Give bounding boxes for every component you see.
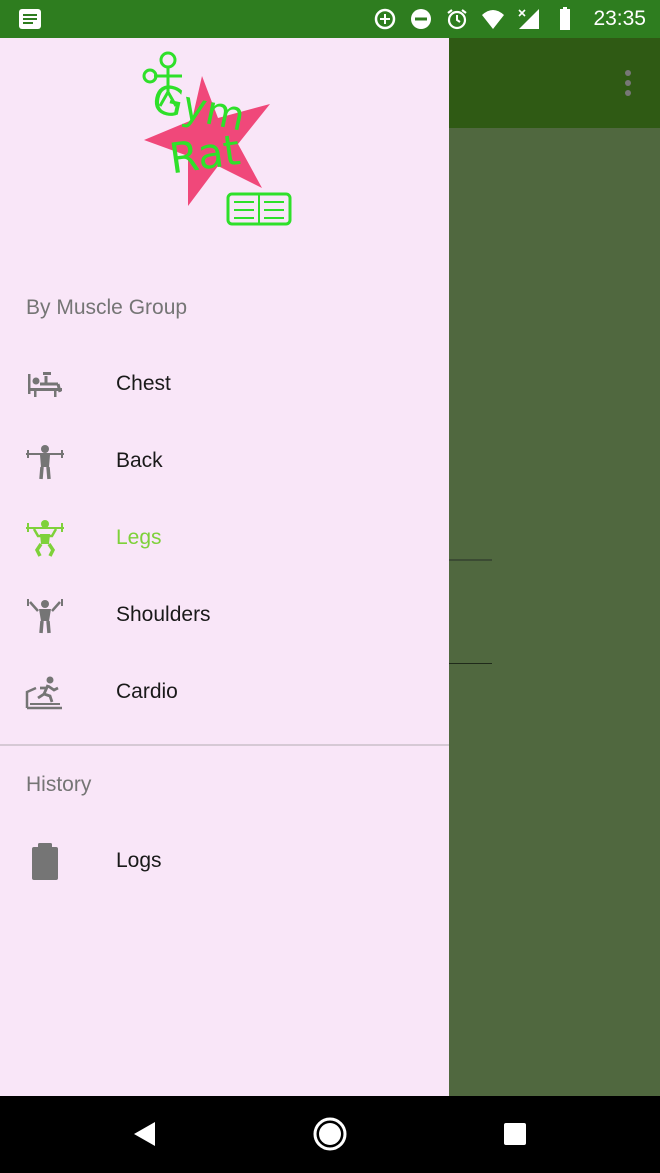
navigation-drawer: Gym Rat By Muscle Group Chest Back Legs …: [0, 38, 449, 1096]
do-not-disturb-icon: [411, 9, 432, 29]
data-saver-icon: [375, 8, 396, 30]
divider: [449, 663, 492, 664]
home-icon[interactable]: [312, 1116, 348, 1152]
wifi-icon: [482, 10, 505, 29]
bench-press-icon: [28, 372, 62, 397]
clock: 23:35: [593, 7, 646, 30]
back-icon[interactable]: [127, 1116, 163, 1152]
gym-rat-logo: Gym Rat: [142, 51, 292, 226]
section-label-history: History: [26, 773, 92, 796]
notification-icon: [19, 9, 41, 29]
drawer-divider: [0, 744, 449, 746]
squat-icon: [26, 520, 64, 557]
section-label-muscle-group: By Muscle Group: [26, 296, 188, 319]
clipboard-icon: [32, 843, 58, 880]
drawer-item-label: Cardio: [116, 680, 178, 703]
drawer-item-chest[interactable]: Chest: [0, 350, 449, 420]
more-vert-icon[interactable]: [624, 70, 632, 98]
signal-icon: [518, 9, 540, 29]
svg-text:Rat: Rat: [166, 125, 243, 183]
system-nav-bar: [0, 1096, 660, 1173]
battery-icon: [560, 7, 571, 30]
drawer-item-logs[interactable]: Logs: [0, 827, 449, 897]
shoulder-press-icon: [27, 599, 63, 634]
drawer-item-legs[interactable]: Legs: [0, 504, 449, 574]
alarm-icon: [447, 9, 468, 30]
drawer-item-label: Back: [116, 449, 163, 472]
recents-icon[interactable]: [497, 1116, 533, 1152]
drawer-item-label: Logs: [116, 849, 162, 872]
drawer-item-label: Legs: [116, 526, 162, 549]
drawer-item-label: Chest: [116, 372, 171, 395]
drawer-item-cardio[interactable]: Cardio: [0, 658, 449, 728]
drawer-item-back[interactable]: Back: [0, 427, 449, 497]
divider: [449, 559, 492, 561]
back-exercise-icon: [26, 445, 64, 480]
treadmill-icon: [25, 676, 62, 710]
drawer-item-label: Shoulders: [116, 603, 211, 626]
status-bar: 23:35: [0, 0, 660, 38]
drawer-item-shoulders[interactable]: Shoulders: [0, 581, 449, 651]
